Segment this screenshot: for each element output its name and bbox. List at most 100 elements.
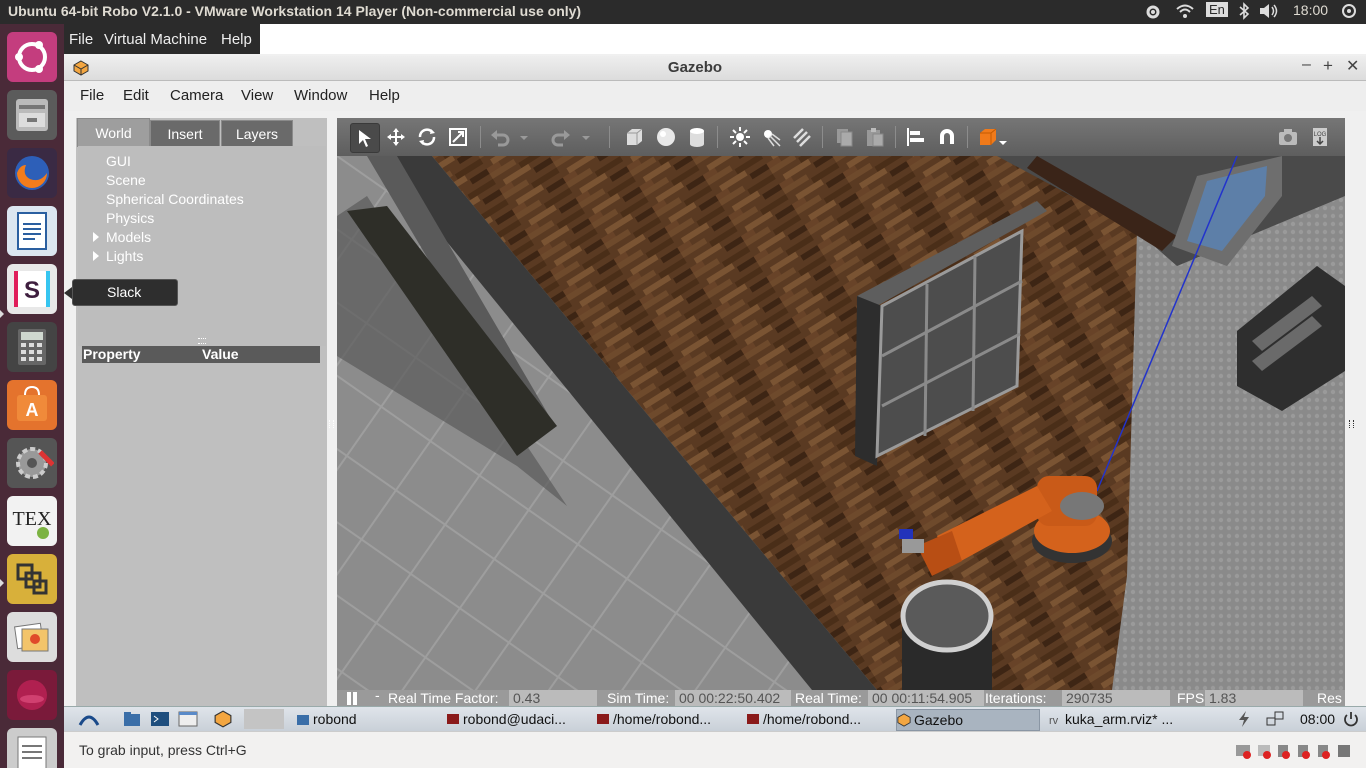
translate-mode-button[interactable] (383, 125, 409, 149)
pause-icon[interactable] (347, 692, 351, 705)
window-title: Ubuntu 64-bit Robo V2.1.0 - VMware Works… (8, 3, 582, 19)
insert-directional-light-button[interactable] (789, 125, 815, 149)
power-indicator[interactable] (1236, 709, 1252, 729)
redo-history-dropdown[interactable] (579, 125, 593, 149)
ubuntu-dash-icon[interactable] (7, 32, 57, 82)
taskbar-item-terminal-1[interactable]: robond@udaci... (446, 709, 586, 729)
sim-time-value: 00 00:22:50.402 (675, 690, 791, 706)
insert-box-button[interactable] (621, 125, 647, 149)
shotwell-icon[interactable] (7, 612, 57, 662)
taskbar-power-button[interactable] (1342, 709, 1360, 729)
iterations-label: Iterations: (985, 690, 1047, 706)
tree-item-spherical-coordinates[interactable]: Spherical Coordinates (106, 191, 244, 207)
align-button[interactable] (903, 125, 929, 149)
power-settings-icon[interactable] (1340, 2, 1358, 23)
bluetooth-icon[interactable] (1238, 2, 1250, 23)
clock[interactable]: 18:00 (1293, 2, 1328, 18)
real-time-factor-value: 0.43 (509, 690, 597, 706)
log-button[interactable]: LOG (1307, 125, 1333, 149)
terminal-launcher[interactable] (150, 709, 170, 729)
file-manager-launcher[interactable] (122, 709, 142, 729)
tree-item-lights[interactable]: Lights (106, 248, 143, 264)
maximize-button[interactable]: + (1323, 56, 1333, 76)
menu-file[interactable]: File (80, 87, 104, 104)
firefox-icon[interactable] (7, 148, 57, 198)
snap-button[interactable] (934, 125, 960, 149)
taskbar-item-terminal-2[interactable]: /home/robond... (596, 709, 736, 729)
view-angle-dropdown[interactable] (997, 125, 1009, 149)
menu-view[interactable]: View (241, 87, 273, 104)
system-settings-icon[interactable] (7, 438, 57, 488)
expand-models-icon[interactable] (93, 232, 99, 242)
undo-history-dropdown[interactable] (517, 125, 531, 149)
insert-sphere-button[interactable] (653, 125, 679, 149)
vmware-menu-virtual-machine[interactable]: Virtual Machine (104, 31, 207, 48)
rotate-mode-button[interactable] (414, 125, 440, 149)
tree-item-scene[interactable]: Scene (106, 172, 146, 188)
vmware-menu-file[interactable]: File (69, 31, 93, 48)
svg-text:A: A (26, 400, 39, 420)
property-header: Property Value (82, 346, 320, 363)
splitter-handle[interactable] (198, 338, 206, 344)
insert-spot-light-button[interactable] (758, 125, 784, 149)
start-menu-icon (78, 715, 100, 726)
ubuntu-software-icon[interactable]: A (7, 380, 57, 430)
toolbar-separator (822, 126, 823, 148)
tab-layers[interactable]: Layers (221, 120, 293, 146)
files-icon[interactable] (7, 90, 57, 140)
taskbar-item-gazebo[interactable]: Gazebo (896, 709, 1040, 731)
tree-item-models[interactable]: Models (106, 229, 151, 245)
taskbar-item-terminal-3[interactable]: /home/robond... (746, 709, 886, 729)
menu-window[interactable]: Window (294, 87, 347, 104)
expand-lights-icon[interactable] (93, 251, 99, 261)
taskbar-clock[interactable]: 08:00 (1300, 709, 1335, 729)
text-editor-icon[interactable] (7, 728, 57, 768)
vmware-player-icon[interactable] (7, 554, 57, 604)
vm-device-icons[interactable] (1234, 742, 1354, 760)
gazebo-launcher[interactable] (214, 709, 232, 729)
tree-item-physics[interactable]: Physics (106, 210, 154, 226)
slack-icon[interactable]: S (7, 264, 57, 314)
left-splitter-handle[interactable] (329, 420, 334, 428)
launcher-tooltip: Slack (64, 279, 178, 306)
wifi-icon[interactable] (1175, 2, 1195, 23)
insert-point-light-button[interactable] (727, 125, 753, 149)
menu-camera[interactable]: Camera (170, 87, 223, 104)
screenshot-button[interactable] (1275, 125, 1301, 149)
undo-button[interactable] (487, 125, 513, 149)
view-cube-icon (980, 128, 997, 145)
workspace-switcher[interactable] (244, 709, 284, 729)
insert-cylinder-button[interactable] (684, 125, 710, 149)
tab-world[interactable]: World (77, 118, 150, 147)
redo-button[interactable] (548, 125, 574, 149)
taskbar-item-rviz[interactable]: rv kuka_arm.rviz* ... (1048, 709, 1198, 729)
show-desktop-button[interactable] (178, 709, 198, 729)
scene-viewport[interactable] (337, 156, 1345, 690)
keyboard-layout-indicator[interactable]: En (1206, 2, 1228, 17)
select-mode-button[interactable] (350, 123, 380, 153)
network-indicator[interactable] (1265, 709, 1285, 729)
menu-help[interactable]: Help (369, 87, 400, 104)
taskbar-item-robond[interactable]: robond (296, 709, 436, 729)
volume-icon[interactable] (1258, 2, 1280, 23)
scale-mode-button[interactable] (445, 125, 471, 149)
calculator-icon[interactable] (7, 322, 57, 372)
point-light-icon (730, 127, 750, 147)
paste-button[interactable] (862, 125, 888, 149)
right-splitter-handle[interactable] (1349, 420, 1354, 428)
tab-insert[interactable]: Insert (150, 120, 220, 146)
vmware-icon[interactable] (7, 670, 57, 720)
ubuntu-top-panel: Ubuntu 64-bit Robo V2.1.0 - VMware Works… (0, 0, 1366, 24)
copy-button[interactable] (831, 125, 857, 149)
libreoffice-writer-icon[interactable] (7, 206, 57, 256)
network-settings-icon[interactable] (1143, 2, 1163, 25)
texmaker-icon[interactable]: TEX (7, 496, 57, 546)
vmware-menu-help[interactable]: Help (221, 31, 252, 48)
menu-edit[interactable]: Edit (123, 87, 149, 104)
close-button[interactable]: ✕ (1346, 56, 1359, 76)
cylinder-icon (690, 128, 704, 147)
tree-item-gui[interactable]: GUI (106, 153, 131, 169)
reset-time-button[interactable]: Res (1317, 690, 1342, 706)
minimize-button[interactable]: – (1302, 56, 1311, 74)
start-menu-button[interactable] (78, 709, 100, 729)
